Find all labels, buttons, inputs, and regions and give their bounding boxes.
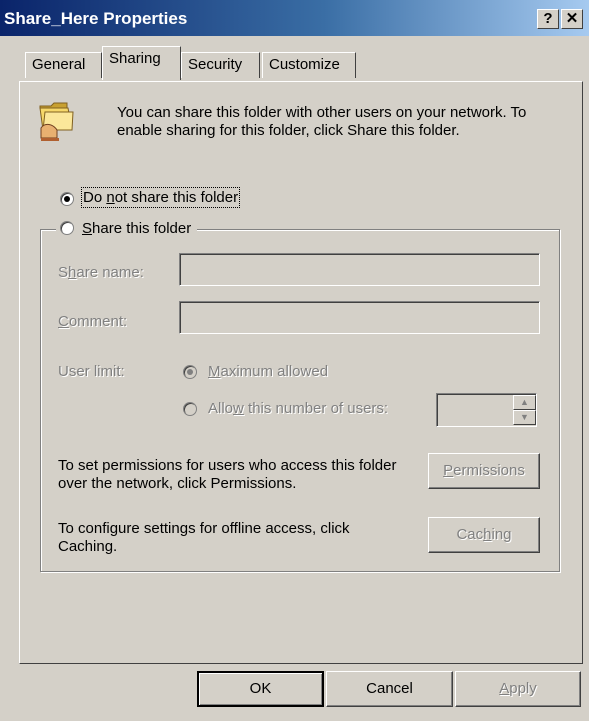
tab-general[interactable]: General bbox=[25, 52, 102, 78]
tab-general-label: General bbox=[32, 56, 86, 73]
tab-sharing-label: Sharing bbox=[109, 50, 161, 67]
allow-number-pre: Allo bbox=[208, 400, 234, 417]
sharing-info-text: You can share this folder with other use… bbox=[117, 104, 527, 139]
do-not-share-label-pre: Do bbox=[83, 189, 107, 206]
share-name-label: Share name: bbox=[58, 264, 144, 281]
maximum-allowed-label[interactable]: Maximum allowed bbox=[208, 363, 328, 380]
tab-security-label: Security bbox=[188, 56, 243, 73]
comment-input[interactable] bbox=[179, 301, 540, 334]
spin-up-icon[interactable]: ▲ bbox=[513, 395, 536, 410]
do-not-share-accesskey: n bbox=[106, 189, 115, 206]
apply-button[interactable]: Apply bbox=[455, 671, 581, 707]
do-not-share-label[interactable]: Do not share this folder bbox=[80, 187, 241, 208]
do-not-share-radio[interactable] bbox=[60, 192, 74, 206]
do-not-share-label-post: ot share this folder bbox=[114, 189, 239, 206]
user-count-spinner[interactable]: ▲ ▼ bbox=[513, 395, 536, 425]
user-limit-label: User limit: bbox=[58, 363, 125, 380]
caching-button-post: ing bbox=[491, 526, 512, 543]
share-name-label-pre: S bbox=[58, 264, 69, 281]
tab-strip: General Sharing Security Customize bbox=[0, 44, 589, 82]
apply-button-post: pply bbox=[509, 680, 537, 697]
permissions-text: To set permissions for users who access … bbox=[58, 457, 397, 492]
window-title: Share_Here Properties bbox=[4, 9, 188, 28]
share-folder-label-post[interactable]: hare this folder bbox=[92, 220, 191, 237]
share-folder-radio[interactable] bbox=[60, 221, 74, 235]
tab-customize[interactable]: Customize bbox=[262, 52, 356, 78]
caching-button-pre: Cac bbox=[456, 526, 484, 543]
share-folder-group-header: Share this folder bbox=[56, 219, 198, 237]
spin-down-icon[interactable]: ▼ bbox=[513, 410, 536, 425]
close-button[interactable]: ✕ bbox=[561, 9, 583, 29]
share-folder-accesskey[interactable]: S bbox=[82, 220, 92, 237]
share-name-input[interactable] bbox=[179, 253, 540, 286]
allow-number-label[interactable]: Allow this number of users: bbox=[208, 400, 388, 417]
maximum-allowed-radio[interactable] bbox=[183, 365, 197, 379]
help-button[interactable]: ? bbox=[537, 9, 559, 29]
permissions-button[interactable]: Permissions bbox=[428, 453, 540, 489]
tab-security[interactable]: Security bbox=[181, 52, 260, 78]
properties-dialog: Share_Here Properties ? ✕ General Sharin… bbox=[0, 0, 589, 721]
allow-number-radio[interactable] bbox=[183, 402, 197, 416]
tab-sharing[interactable]: Sharing bbox=[102, 46, 181, 80]
shared-folder-icon bbox=[39, 102, 74, 141]
allow-number-post: this number of users: bbox=[243, 400, 389, 417]
share-name-label-post: are name: bbox=[76, 264, 144, 281]
apply-button-accesskey: A bbox=[499, 680, 510, 697]
ok-button[interactable]: OK bbox=[197, 671, 324, 707]
caching-button-accesskey: h bbox=[483, 526, 492, 543]
maximum-allowed-accesskey: M bbox=[208, 363, 221, 380]
comment-label-post: omment: bbox=[68, 313, 128, 330]
caching-button[interactable]: Caching bbox=[428, 517, 540, 553]
cancel-button[interactable]: Cancel bbox=[326, 671, 453, 707]
tab-customize-label: Customize bbox=[269, 56, 340, 73]
allow-number-accesskey: w bbox=[233, 400, 244, 417]
comment-label: Comment: bbox=[58, 313, 127, 330]
permissions-button-accesskey: P bbox=[443, 462, 454, 479]
comment-accesskey: C bbox=[58, 313, 69, 330]
maximum-allowed-post: aximum allowed bbox=[220, 363, 329, 380]
title-bar[interactable]: Share_Here Properties ? ✕ bbox=[0, 0, 589, 36]
caching-text: To configure settings for offline access… bbox=[58, 520, 350, 555]
permissions-button-post: ermissions bbox=[453, 462, 525, 479]
